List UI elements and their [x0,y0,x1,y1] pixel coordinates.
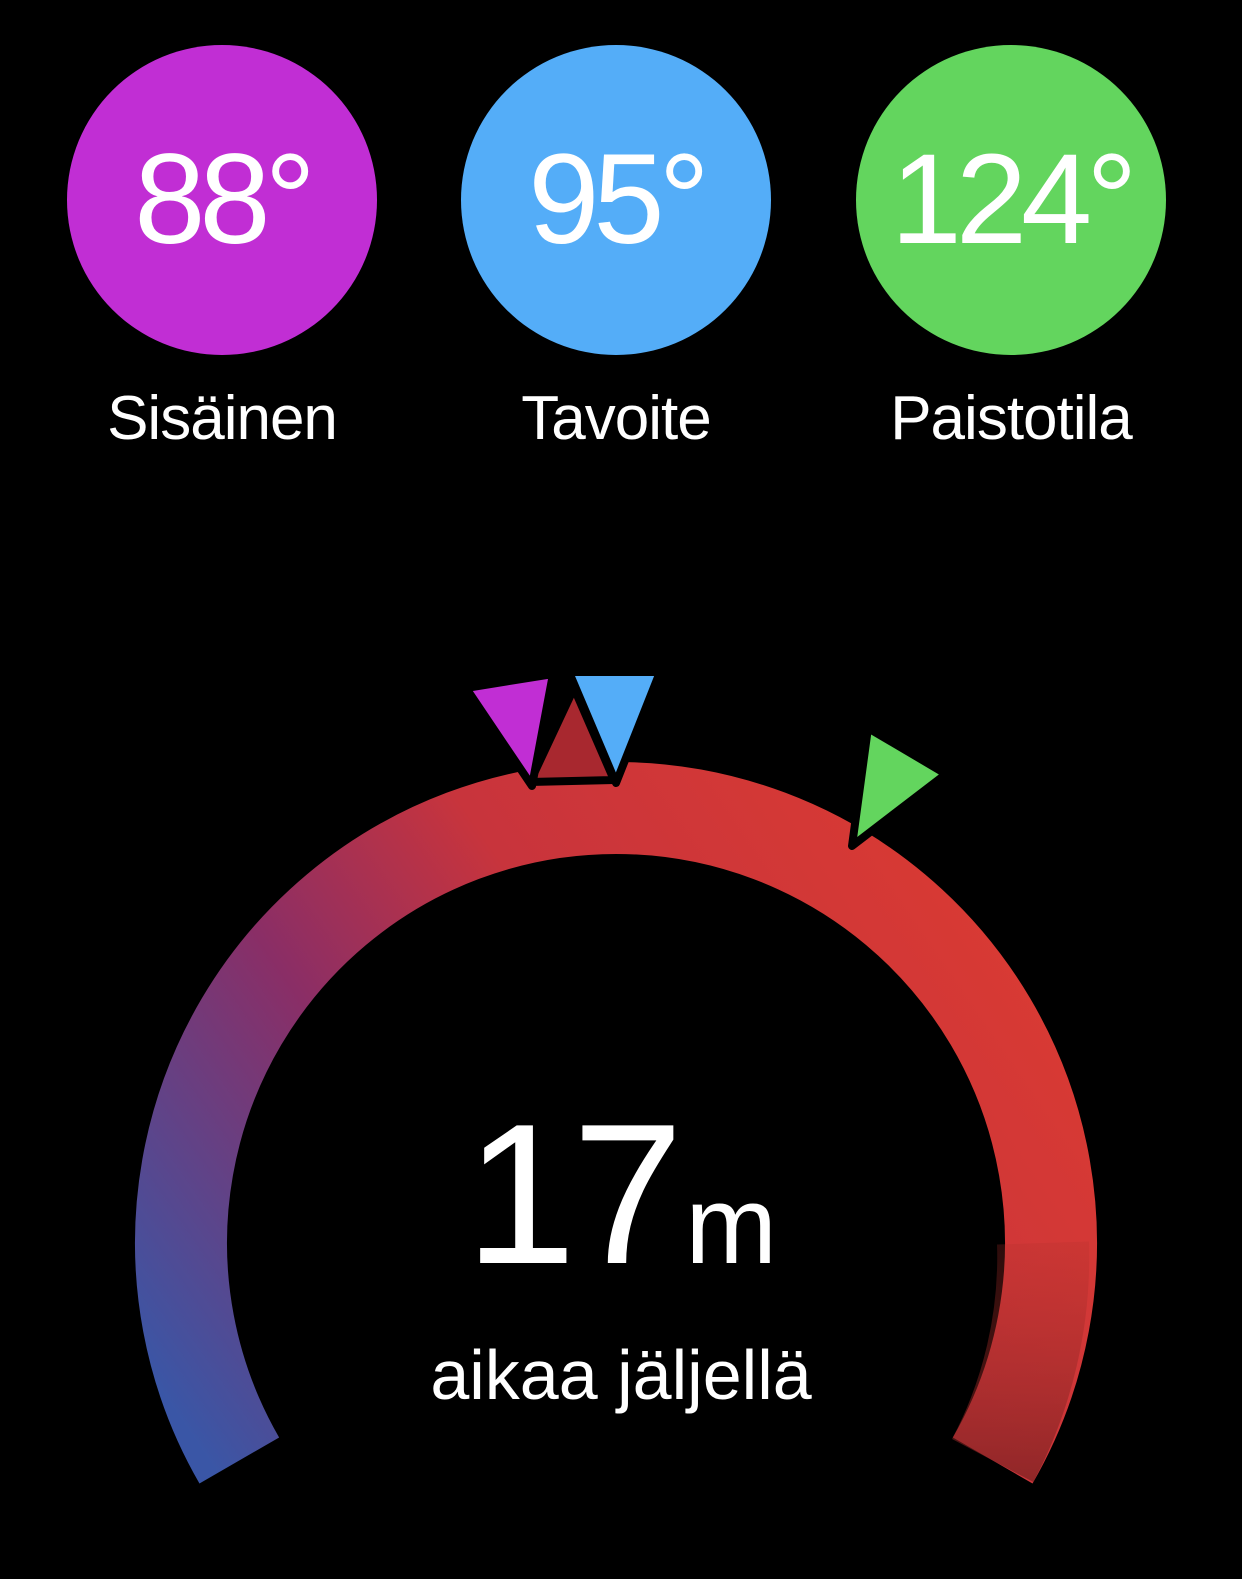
oven-temp-card[interactable]: 124° Paistotila [856,45,1166,454]
internal-temp-card[interactable]: 88° Sisäinen [67,45,377,454]
internal-temp-label: Sisäinen [107,384,338,453]
target-temp-value: 95° [528,128,710,271]
target-temp-label: Tavoite [521,384,711,453]
time-remaining-value: 17m [0,1095,1242,1295]
time-remaining: 17m aikaa jäljellä [0,1095,1242,1415]
time-number: 17 [464,1083,683,1306]
oven-temp-circle: 124° [856,45,1166,355]
time-unit: m [685,1164,778,1287]
oven-temp-value: 124° [890,128,1138,271]
internal-temp-circle: 88° [67,45,377,355]
internal-temp-value: 88° [134,128,316,271]
time-remaining-label: aikaa jäljellä [430,1336,812,1414]
target-temp-card[interactable]: 95° Tavoite [461,45,771,454]
oven-temp-label: Paistotila [890,384,1133,453]
oven-temp-pointer [848,724,950,850]
target-temp-circle: 95° [461,45,771,355]
